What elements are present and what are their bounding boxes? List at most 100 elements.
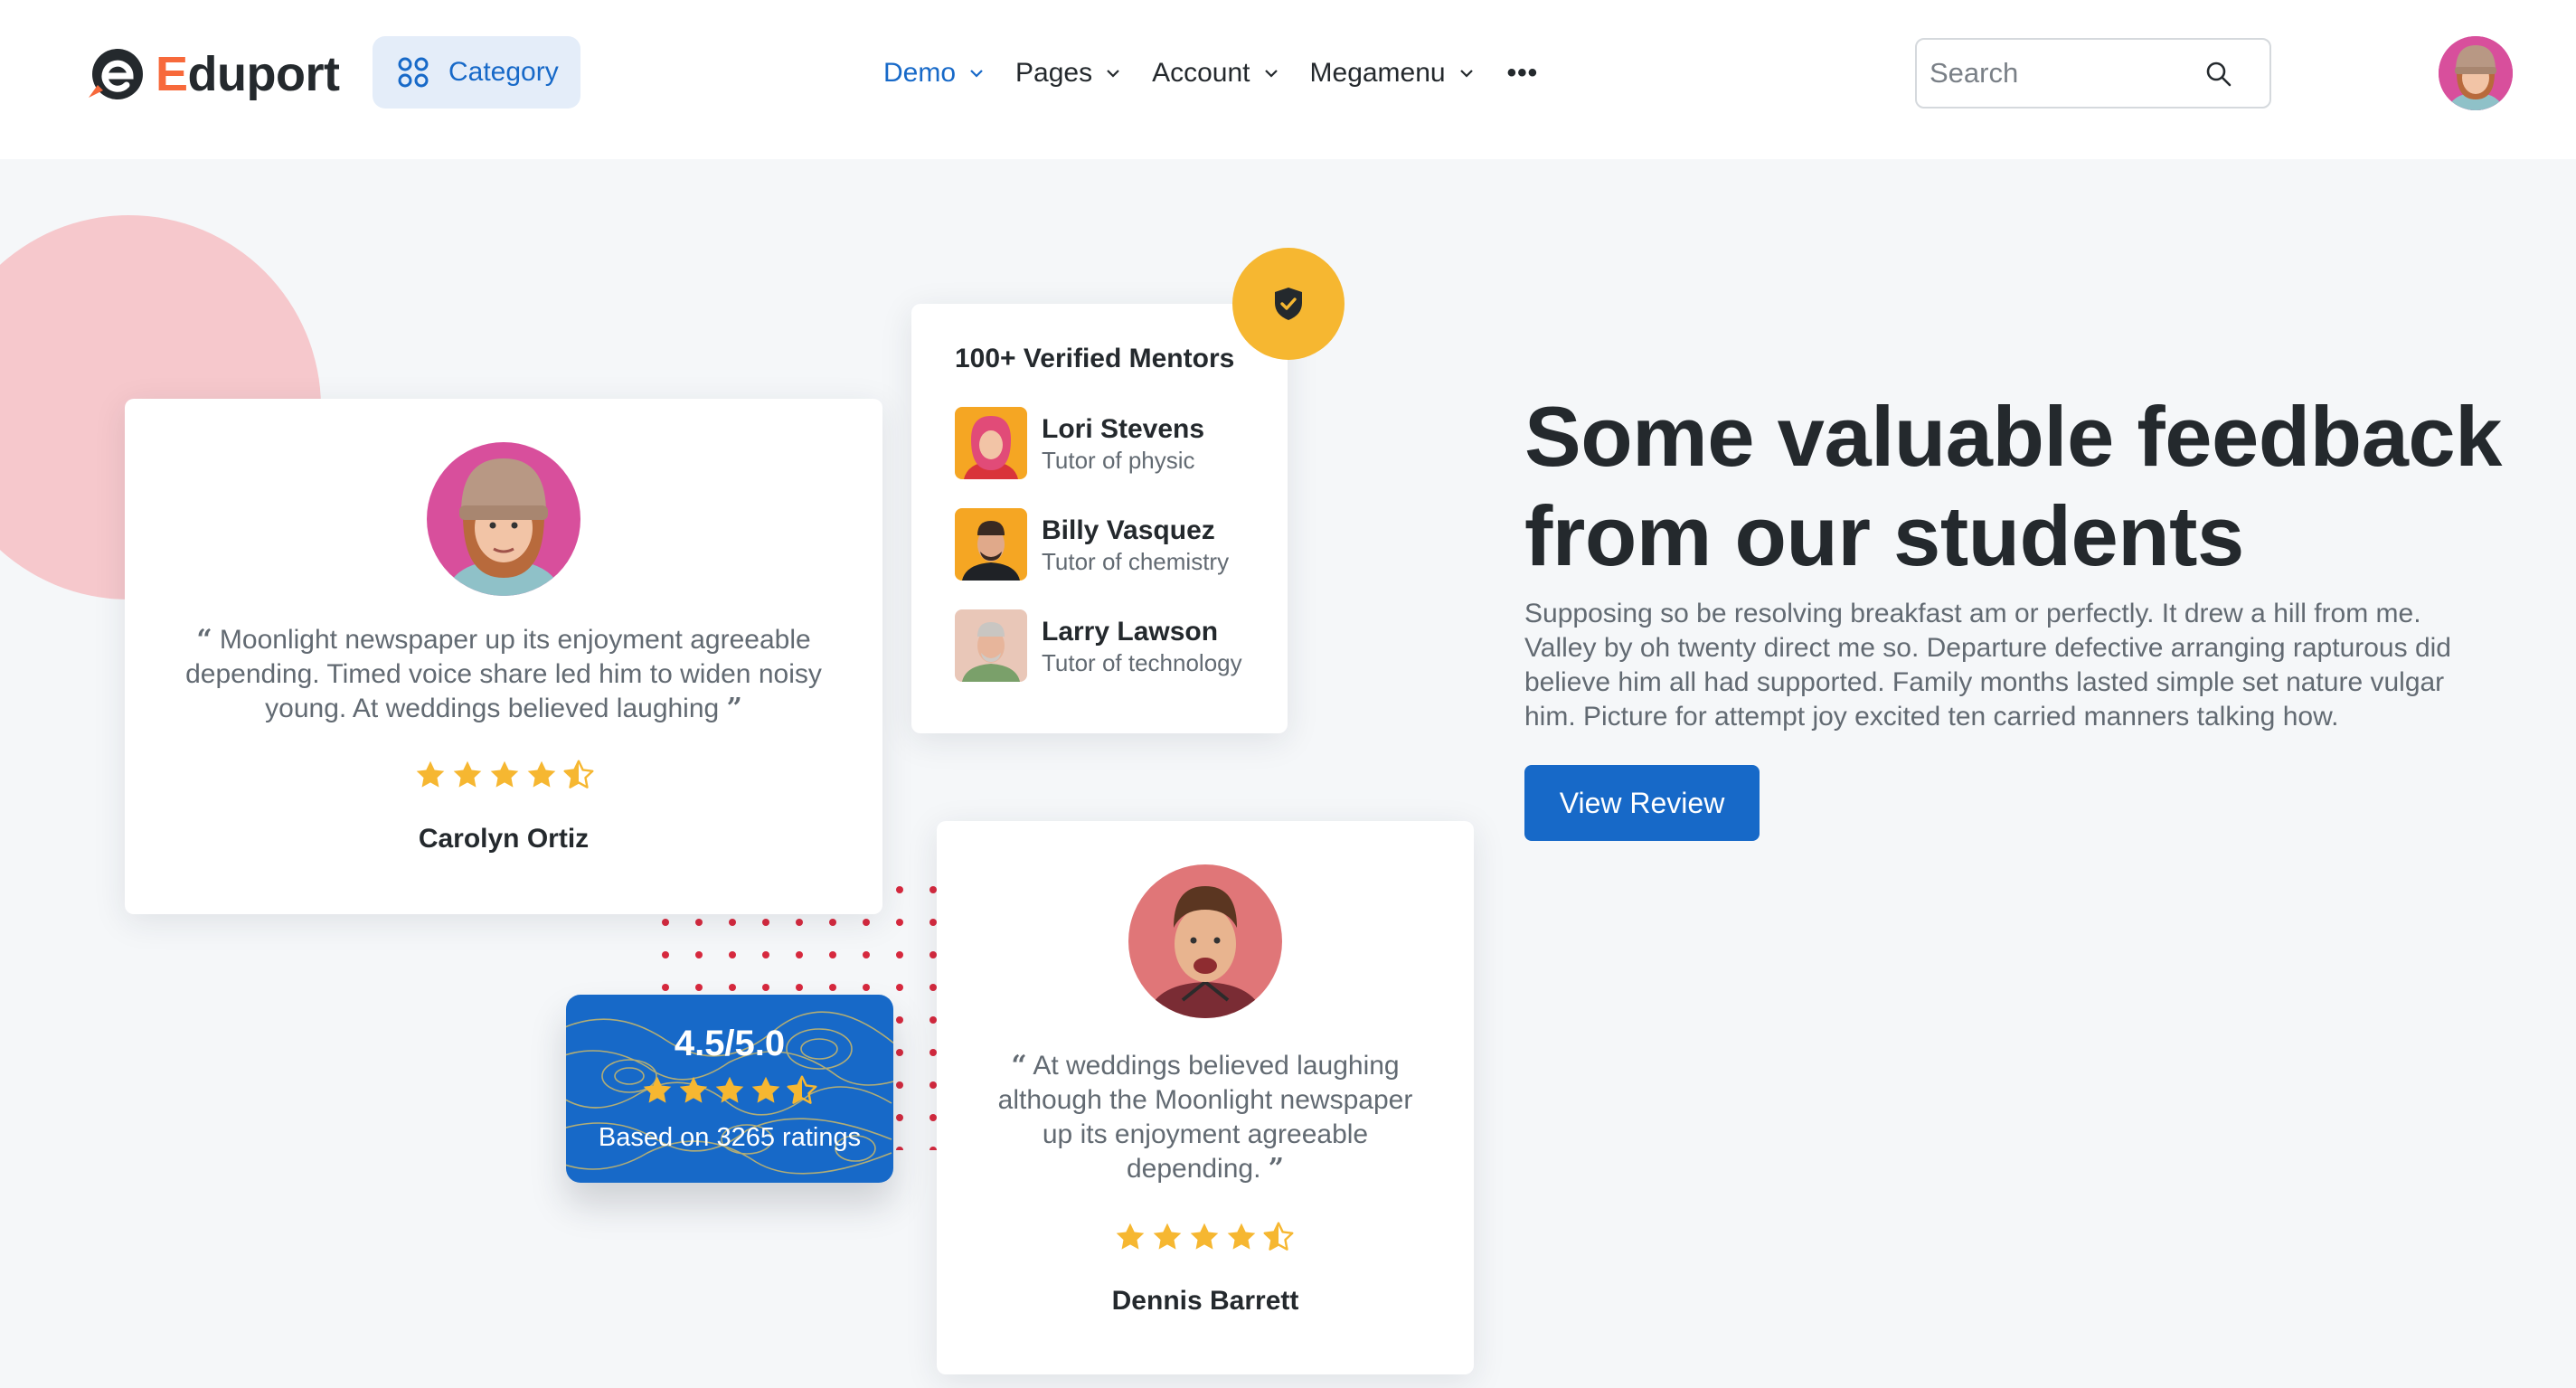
star-rating [1114,1221,1295,1253]
brand-logo[interactable]: Eduport [83,42,340,107]
star-icon [525,759,558,791]
top-navbar: Eduport Category Demo Pages Account Mega… [0,0,2576,159]
decorative-dot [896,919,903,926]
mentor-name: Lori Stevens [1042,414,1205,444]
decorative-dot [796,951,803,958]
chevron-down-icon [1264,70,1278,78]
rating-count: Based on 3265 ratings [598,1123,862,1152]
reviewer-name: Carolyn Ortiz [418,824,590,854]
decorative-dot [762,984,769,991]
close-quote-icon: ” [1268,1153,1285,1185]
category-label: Category [448,57,559,87]
testimonial-quote: “ Moonlight newspaper up its enjoyment a… [185,624,822,724]
star-rating [414,759,595,791]
decorative-dot [896,1147,903,1150]
verified-badge [1232,248,1345,360]
more-menu-button[interactable]: ••• [1507,58,1539,89]
decorative-dot [796,919,803,926]
mentors-card: 100+ Verified Mentors Lori Stevens Tutor… [911,304,1288,733]
user-avatar-image [2439,36,2513,110]
decorative-dot [863,951,870,958]
user-avatar[interactable] [2439,36,2513,110]
decorative-dot [896,951,903,958]
decorative-dot [829,951,836,958]
star-icon [641,1074,674,1107]
decorative-dot [896,984,903,991]
decorative-dot [896,1049,903,1056]
decorative-dot [929,886,937,893]
mentor-item[interactable]: Billy Vasquez Tutor of chemistry [955,508,1229,581]
decorative-dot [662,951,669,958]
nav-pages[interactable]: Pages [1015,58,1121,89]
testimonial-quote: “ At weddings believed laughing although… [997,1050,1413,1185]
nav-account[interactable]: Account [1152,58,1279,89]
category-button[interactable]: Category [373,36,580,109]
decorative-dot [896,1081,903,1089]
decorative-dot [896,886,903,893]
decorative-dot [796,984,803,991]
decorative-dot [929,919,937,926]
nav-megamenu[interactable]: Megamenu [1310,58,1475,89]
star-icon [1225,1221,1258,1253]
shield-check-icon [1275,288,1302,320]
mentor-role: Tutor of physic [1042,447,1195,474]
grid-icon [398,57,429,88]
decorative-dot [929,1081,937,1089]
search-icon[interactable] [2204,60,2233,89]
testimonial-card: “ Moonlight newspaper up its enjoyment a… [125,399,882,914]
decorative-dot [695,951,703,958]
decorative-dot [829,984,836,991]
star-half-icon [562,759,595,791]
reviewer-name: Dennis Barrett [1111,1286,1299,1316]
star-icon [488,759,521,791]
decorative-dot [662,984,669,991]
logo-mark-icon [89,49,143,99]
view-review-button[interactable]: View Review [1524,765,1760,841]
decorative-dot [929,1049,937,1056]
search-input[interactable] [1917,57,2188,90]
decorative-dot [662,919,669,926]
decorative-dot [929,1114,937,1121]
star-icon [677,1074,710,1107]
star-icon [1188,1221,1221,1253]
star-icon [713,1074,746,1107]
decorative-dot [863,919,870,926]
decorative-dot [863,984,870,991]
rating-summary-box: 4.5/5.0 Based on 3265 ratings [566,995,893,1183]
star-half-icon [786,1074,818,1107]
decorative-dot [695,919,703,926]
decorative-dot [695,984,703,991]
open-quote-icon: “ [1011,1050,1027,1081]
star-half-icon [1262,1221,1295,1253]
main-nav: Demo Pages Account Megamenu ••• [883,49,1538,98]
section-description: Supposing so be resolving breakfast am o… [1524,599,2451,732]
decorative-dot [929,951,937,958]
rating-value: 4.5/5.0 [674,1024,786,1063]
mentor-item[interactable]: Lori Stevens Tutor of physic [955,407,1204,479]
rating-stars [641,1074,818,1107]
decorative-dot [829,919,836,926]
mentor-name: Larry Lawson [1042,617,1219,647]
decorative-dot [896,1114,903,1121]
nav-demo[interactable]: Demo [883,58,985,89]
decorative-dot [762,919,769,926]
star-icon [414,759,447,791]
reviewer-avatar [427,442,580,596]
reviewer-avatar [1128,864,1282,1018]
chevron-down-icon [970,70,983,78]
decorative-dot [762,951,769,958]
mentor-role: Tutor of chemistry [1042,548,1230,575]
open-quote-icon: “ [196,624,212,656]
star-icon [1151,1221,1184,1253]
decorative-dot [929,1016,937,1024]
chevron-down-icon [1107,70,1119,78]
star-icon [1114,1221,1146,1253]
decorative-dot [729,984,736,991]
star-icon [451,759,484,791]
star-icon [750,1074,782,1107]
decorative-dot [729,919,736,926]
decorative-dot [729,951,736,958]
mentor-role: Tutor of technology [1042,649,1242,676]
mentor-avatar [955,508,1027,581]
mentor-item[interactable]: Larry Lawson Tutor of technology [955,609,1242,682]
